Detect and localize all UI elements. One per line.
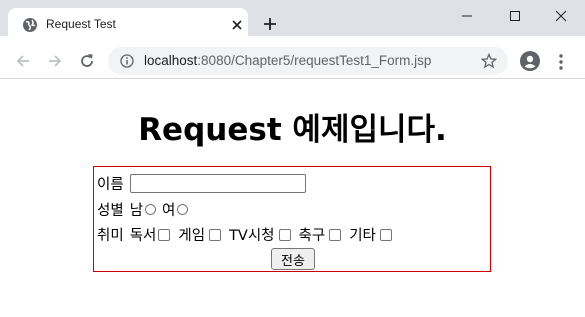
hobby-row: 취미 독서 게임 TV시청 축구 기타 bbox=[97, 224, 400, 245]
globe-icon bbox=[23, 18, 37, 32]
hobby-option-game-label: 게임 bbox=[178, 228, 206, 244]
hobby-option-reading-label: 독서 bbox=[129, 228, 157, 244]
gender-radio-male[interactable] bbox=[145, 204, 157, 215]
gender-radio-female[interactable] bbox=[177, 204, 189, 215]
browser-toolbar: localhost:8080/Chapter5/requestTest1_For… bbox=[0, 44, 585, 79]
tab-title: Request Test bbox=[46, 17, 116, 31]
request-form: 이름 성별 남 여 취미 독서 게임 TV시청 축구 기타 전송 bbox=[93, 166, 491, 272]
browser-tab[interactable]: Request Test bbox=[8, 8, 248, 44]
url-path: :8080/Chapter5/requestTest1_Form.jsp bbox=[197, 53, 432, 68]
account-icon[interactable] bbox=[520, 51, 540, 71]
close-icon[interactable] bbox=[230, 18, 244, 32]
hobby-checkbox-game[interactable] bbox=[209, 228, 222, 241]
back-icon[interactable] bbox=[14, 52, 32, 70]
info-icon[interactable] bbox=[120, 54, 134, 68]
gender-option-female-label: 여 bbox=[162, 203, 176, 219]
page-title: Request 예제입니다. bbox=[138, 112, 447, 148]
window-close-icon[interactable] bbox=[549, 6, 573, 26]
menu-icon[interactable] bbox=[558, 53, 564, 71]
plus-icon[interactable] bbox=[262, 16, 278, 32]
name-label: 이름 bbox=[97, 177, 124, 193]
submit-button[interactable]: 전송 bbox=[271, 248, 315, 270]
hobby-option-soccer-label: 축구 bbox=[298, 228, 326, 244]
url-text: localhost:8080/Chapter5/requestTest1_For… bbox=[144, 53, 431, 68]
hobby-checkbox-other[interactable] bbox=[379, 228, 392, 241]
title-bar: Request Test bbox=[0, 0, 585, 44]
address-bar[interactable]: localhost:8080/Chapter5/requestTest1_For… bbox=[108, 47, 508, 75]
hobby-checkbox-tv[interactable] bbox=[278, 228, 291, 241]
maximize-icon[interactable] bbox=[503, 6, 527, 26]
hobby-option-tv-label: TV시청 bbox=[229, 228, 275, 244]
url-host: localhost bbox=[144, 53, 198, 68]
gender-row: 성별 남 여 bbox=[97, 199, 192, 220]
gender-label: 성별 bbox=[97, 203, 124, 219]
hobby-label: 취미 bbox=[97, 228, 124, 244]
star-icon[interactable] bbox=[481, 53, 497, 69]
hobby-option-other-label: 기타 bbox=[349, 228, 376, 244]
gender-option-male-label: 남 bbox=[129, 203, 144, 219]
name-row: 이름 bbox=[97, 173, 306, 194]
name-input[interactable] bbox=[129, 174, 306, 193]
minimize-icon[interactable] bbox=[455, 6, 479, 26]
forward-icon[interactable] bbox=[46, 52, 64, 70]
reload-icon[interactable] bbox=[78, 52, 96, 70]
hobby-checkbox-reading[interactable] bbox=[158, 228, 171, 241]
hobby-checkbox-soccer[interactable] bbox=[329, 228, 342, 241]
